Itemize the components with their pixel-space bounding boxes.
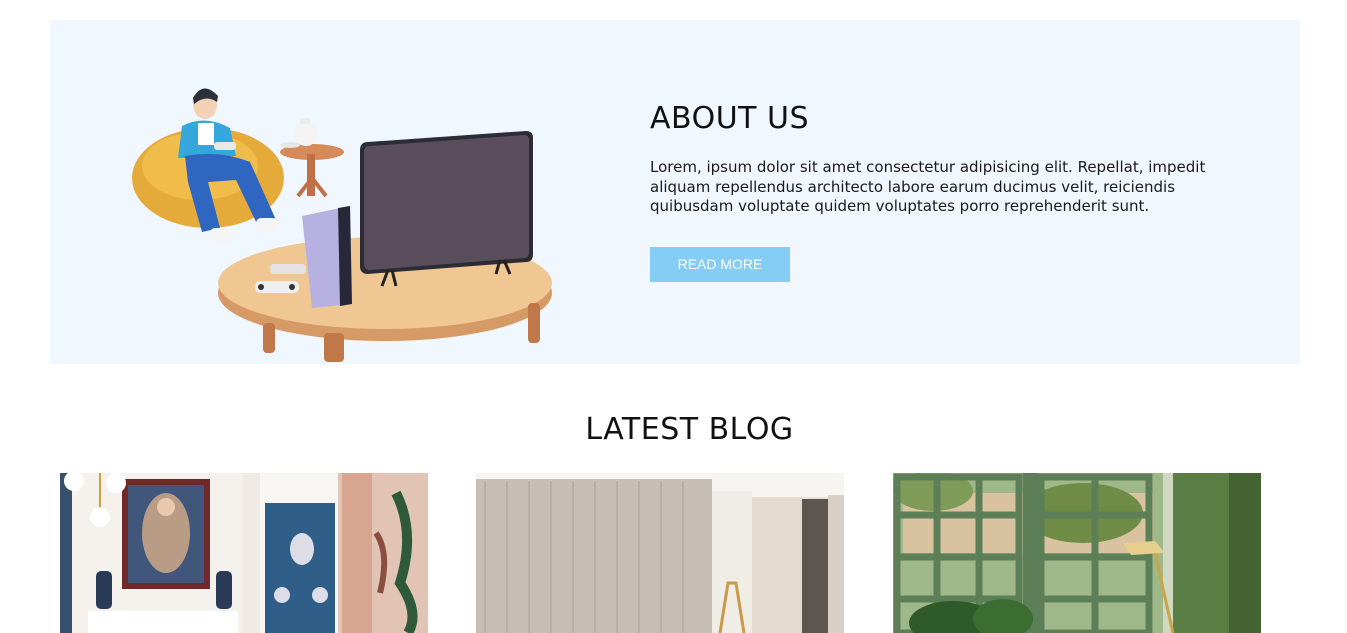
classic-interior-photo <box>60 473 428 633</box>
about-section: ABOUT US Lorem, ipsum dolor sit amet con… <box>50 20 1300 364</box>
person-gaming-illustration <box>130 78 580 362</box>
latest-blog-title: LATEST BLOG <box>585 412 794 447</box>
paneled-wall-interior-photo <box>476 473 844 633</box>
about-description: Lorem, ipsum dolor sit amet consectetur … <box>650 158 1206 215</box>
blog-card-2[interactable] <box>476 473 844 633</box>
about-title: ABOUT US <box>650 101 810 136</box>
blog-card-1[interactable] <box>60 473 428 633</box>
blog-card-3[interactable] <box>893 473 1261 633</box>
green-window-interior-photo <box>893 473 1261 633</box>
about-content: ABOUT US Lorem, ipsum dolor sit amet con… <box>650 100 1250 282</box>
read-more-button[interactable]: READ MORE <box>650 246 790 282</box>
